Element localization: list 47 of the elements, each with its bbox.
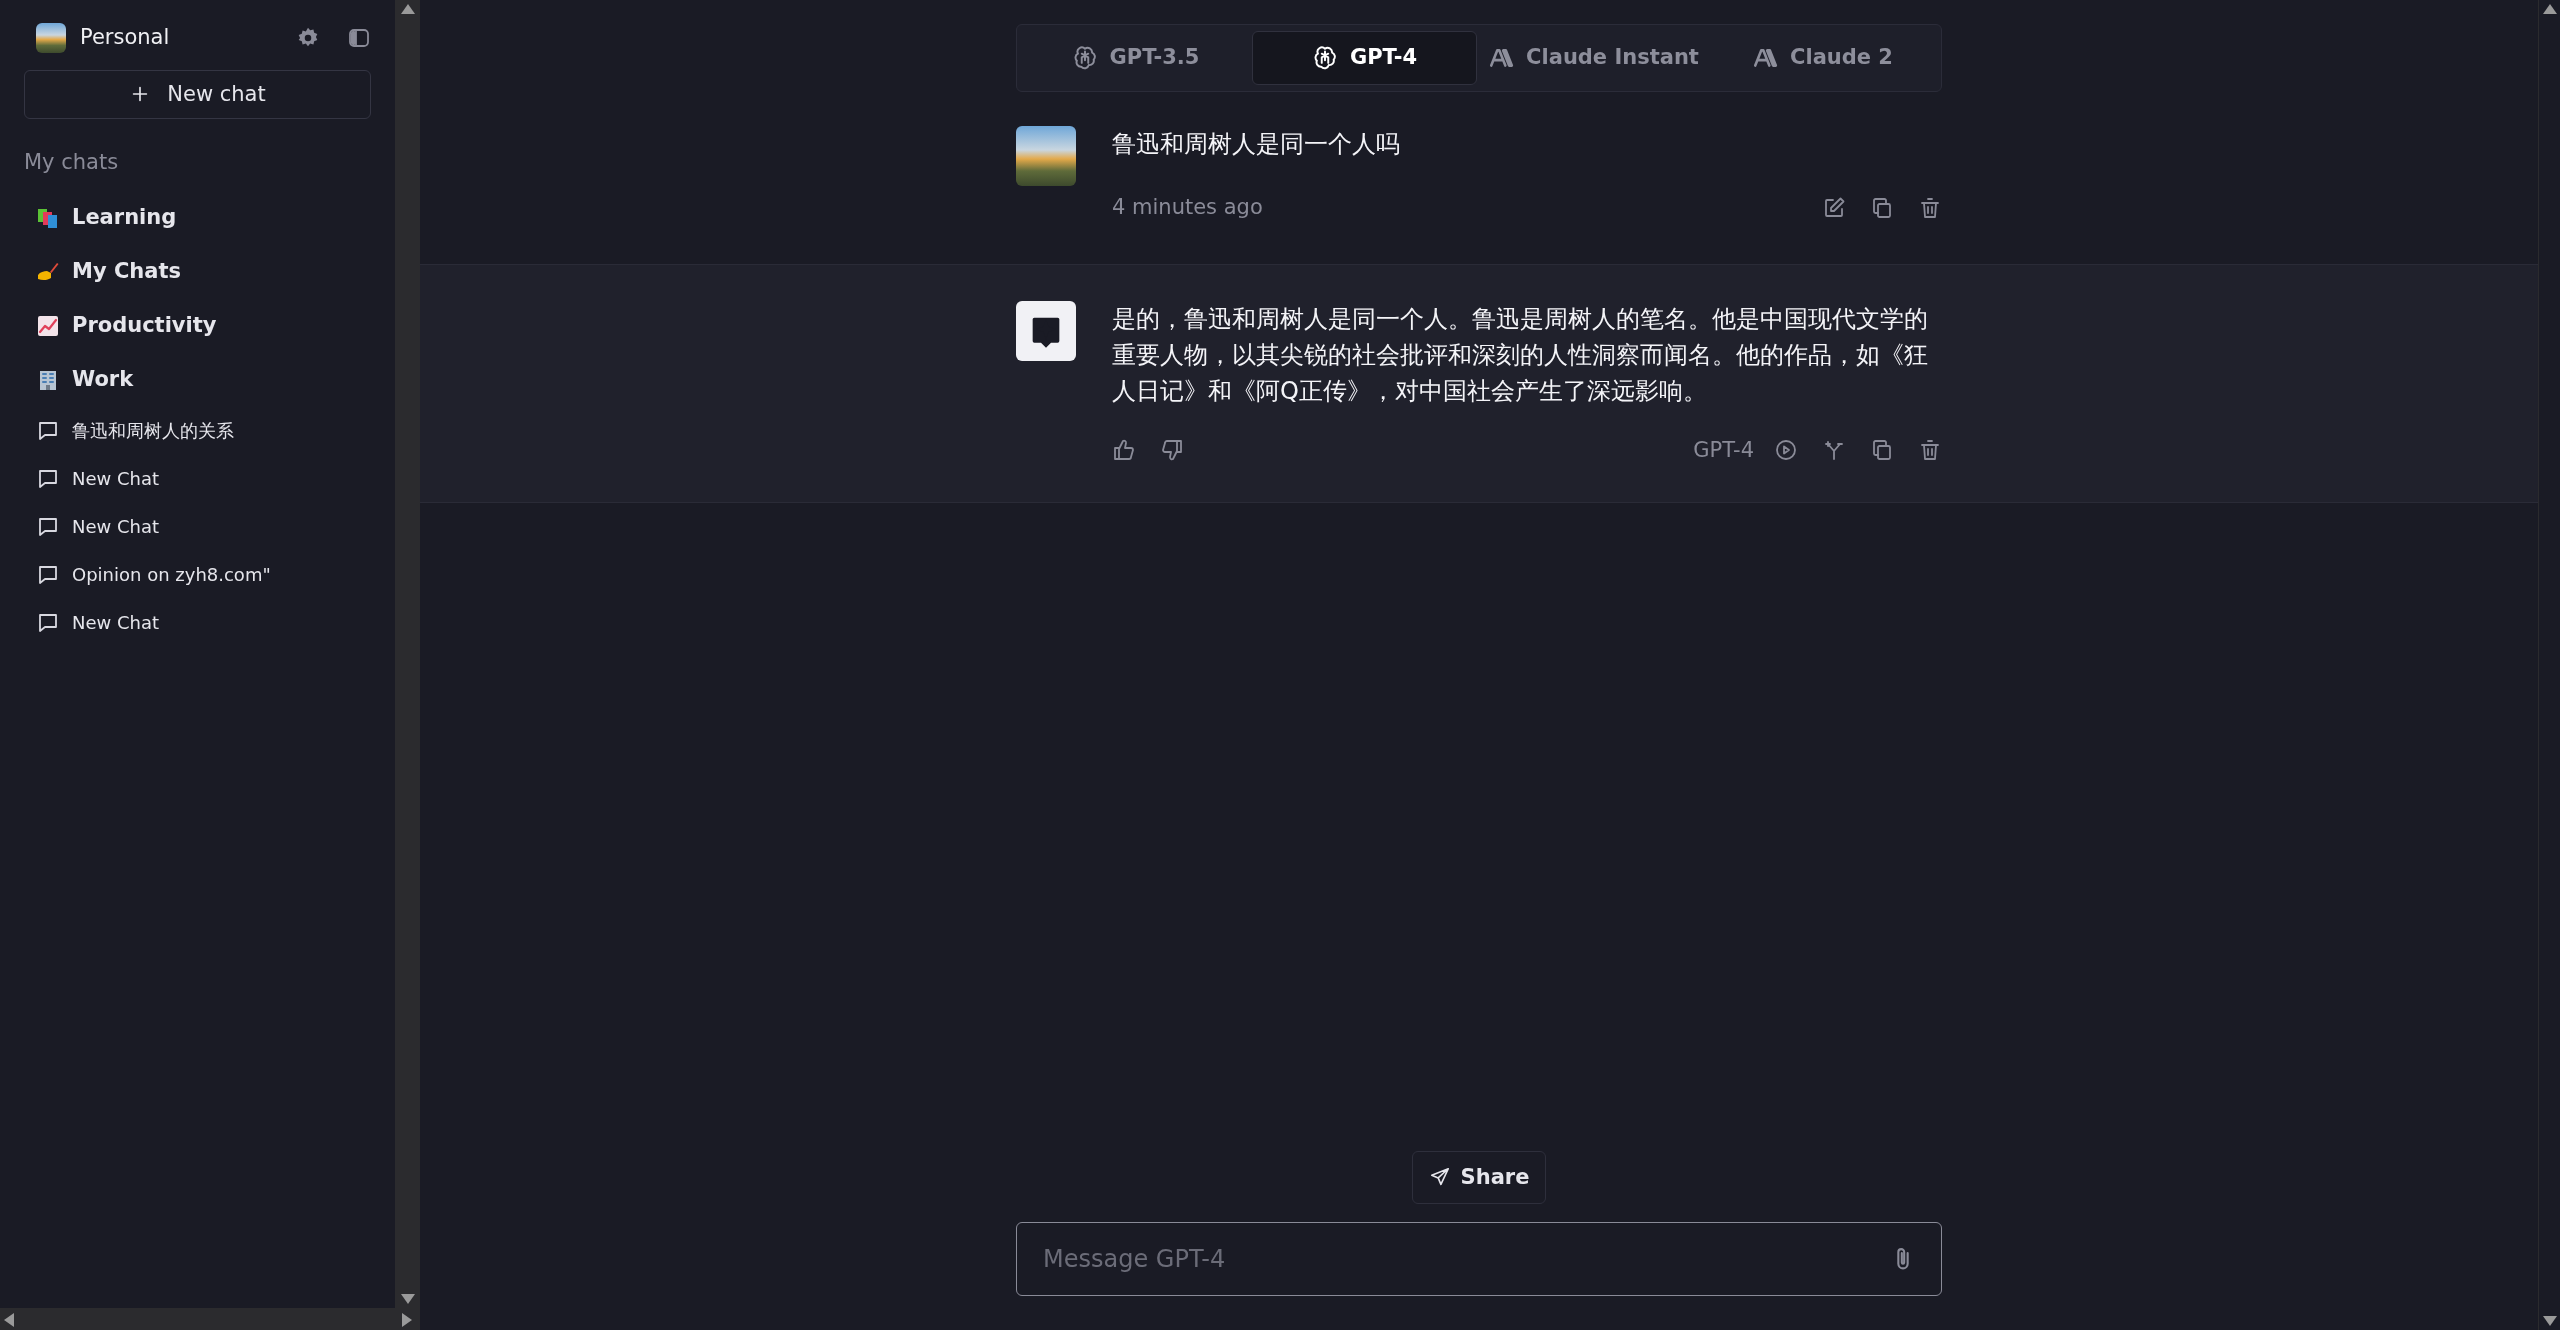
copy-icon bbox=[1870, 438, 1894, 463]
delete-button[interactable] bbox=[1918, 195, 1942, 220]
message-text: 是的，鲁迅和周树人是同一个人。鲁迅是周树人的笔名。他是中国现代文学的重要人物，以其尖锐的社会批评和深刻的人性洞察而闻名。他的作品，如《狂人日记》和《阿Q正传》，对中国社会产生了深远影响。 bbox=[1112, 303, 1929, 407]
chat-item[interactable]: New Chat bbox=[24, 598, 371, 647]
chat-item[interactable]: New Chat bbox=[24, 454, 371, 503]
play-icon bbox=[1774, 438, 1798, 463]
profile-name[interactable]: Personal bbox=[80, 22, 170, 54]
copy-button[interactable] bbox=[1870, 195, 1894, 220]
scrollbar[interactable] bbox=[0, 1308, 420, 1330]
chat-item[interactable]: New Chat bbox=[24, 502, 371, 551]
copy-button[interactable] bbox=[1870, 438, 1894, 463]
folder-item[interactable]: My Chats bbox=[24, 244, 371, 299]
message-field[interactable]: Message GPT-4 bbox=[1016, 1222, 1942, 1296]
delete-icon bbox=[1918, 438, 1942, 463]
model-tab[interactable]: GPT-3.5 bbox=[1023, 31, 1248, 85]
branch-button[interactable] bbox=[1822, 438, 1846, 463]
folder-item[interactable]: Work bbox=[24, 352, 371, 407]
model-tab[interactable]: Claude Instant bbox=[1481, 31, 1706, 85]
branch-icon bbox=[1822, 438, 1846, 463]
folder-item[interactable]: Learning bbox=[24, 190, 371, 245]
timestamp: 4 minutes ago bbox=[1112, 194, 1263, 221]
message-input[interactable]: Message GPT-4 bbox=[1041, 1240, 1889, 1278]
scrollbar[interactable] bbox=[395, 0, 420, 1308]
thumbs-up-icon bbox=[1112, 438, 1136, 463]
scrollbar[interactable] bbox=[2538, 0, 2560, 1330]
model-tab[interactable]: Claude 2 bbox=[1710, 31, 1935, 85]
play-button[interactable] bbox=[1774, 438, 1798, 463]
message-text: 鲁迅和周树人是同一个人吗 bbox=[1112, 129, 1401, 160]
edit-button[interactable] bbox=[1822, 195, 1846, 220]
chat-item[interactable]: Opinion on zyh8.com" bbox=[24, 550, 371, 599]
photo-placeholder bbox=[36, 22, 66, 53]
chart-increasing-icon bbox=[36, 313, 60, 338]
thumbs-down-icon bbox=[1160, 438, 1184, 463]
thumbs-down-button[interactable] bbox=[1160, 438, 1184, 463]
chat-item[interactable]: 鲁迅和周树人的关系 bbox=[24, 406, 371, 455]
thumbs-up-button[interactable] bbox=[1112, 438, 1136, 463]
photo-placeholder bbox=[1016, 126, 1076, 186]
section-title: My chats bbox=[24, 149, 120, 176]
delete-button[interactable] bbox=[1918, 438, 1942, 463]
folder-item[interactable]: Productivity bbox=[24, 298, 371, 353]
model-tab[interactable]: GPT-4 bbox=[1252, 31, 1477, 85]
model-label: GPT-4 bbox=[1693, 436, 1754, 464]
edit-icon bbox=[1822, 195, 1846, 220]
new-chat-button[interactable]: New chat bbox=[24, 69, 371, 119]
copy-icon bbox=[1870, 195, 1894, 220]
share-button[interactable]: Share bbox=[1411, 1150, 1547, 1204]
delete-icon bbox=[1918, 195, 1942, 220]
